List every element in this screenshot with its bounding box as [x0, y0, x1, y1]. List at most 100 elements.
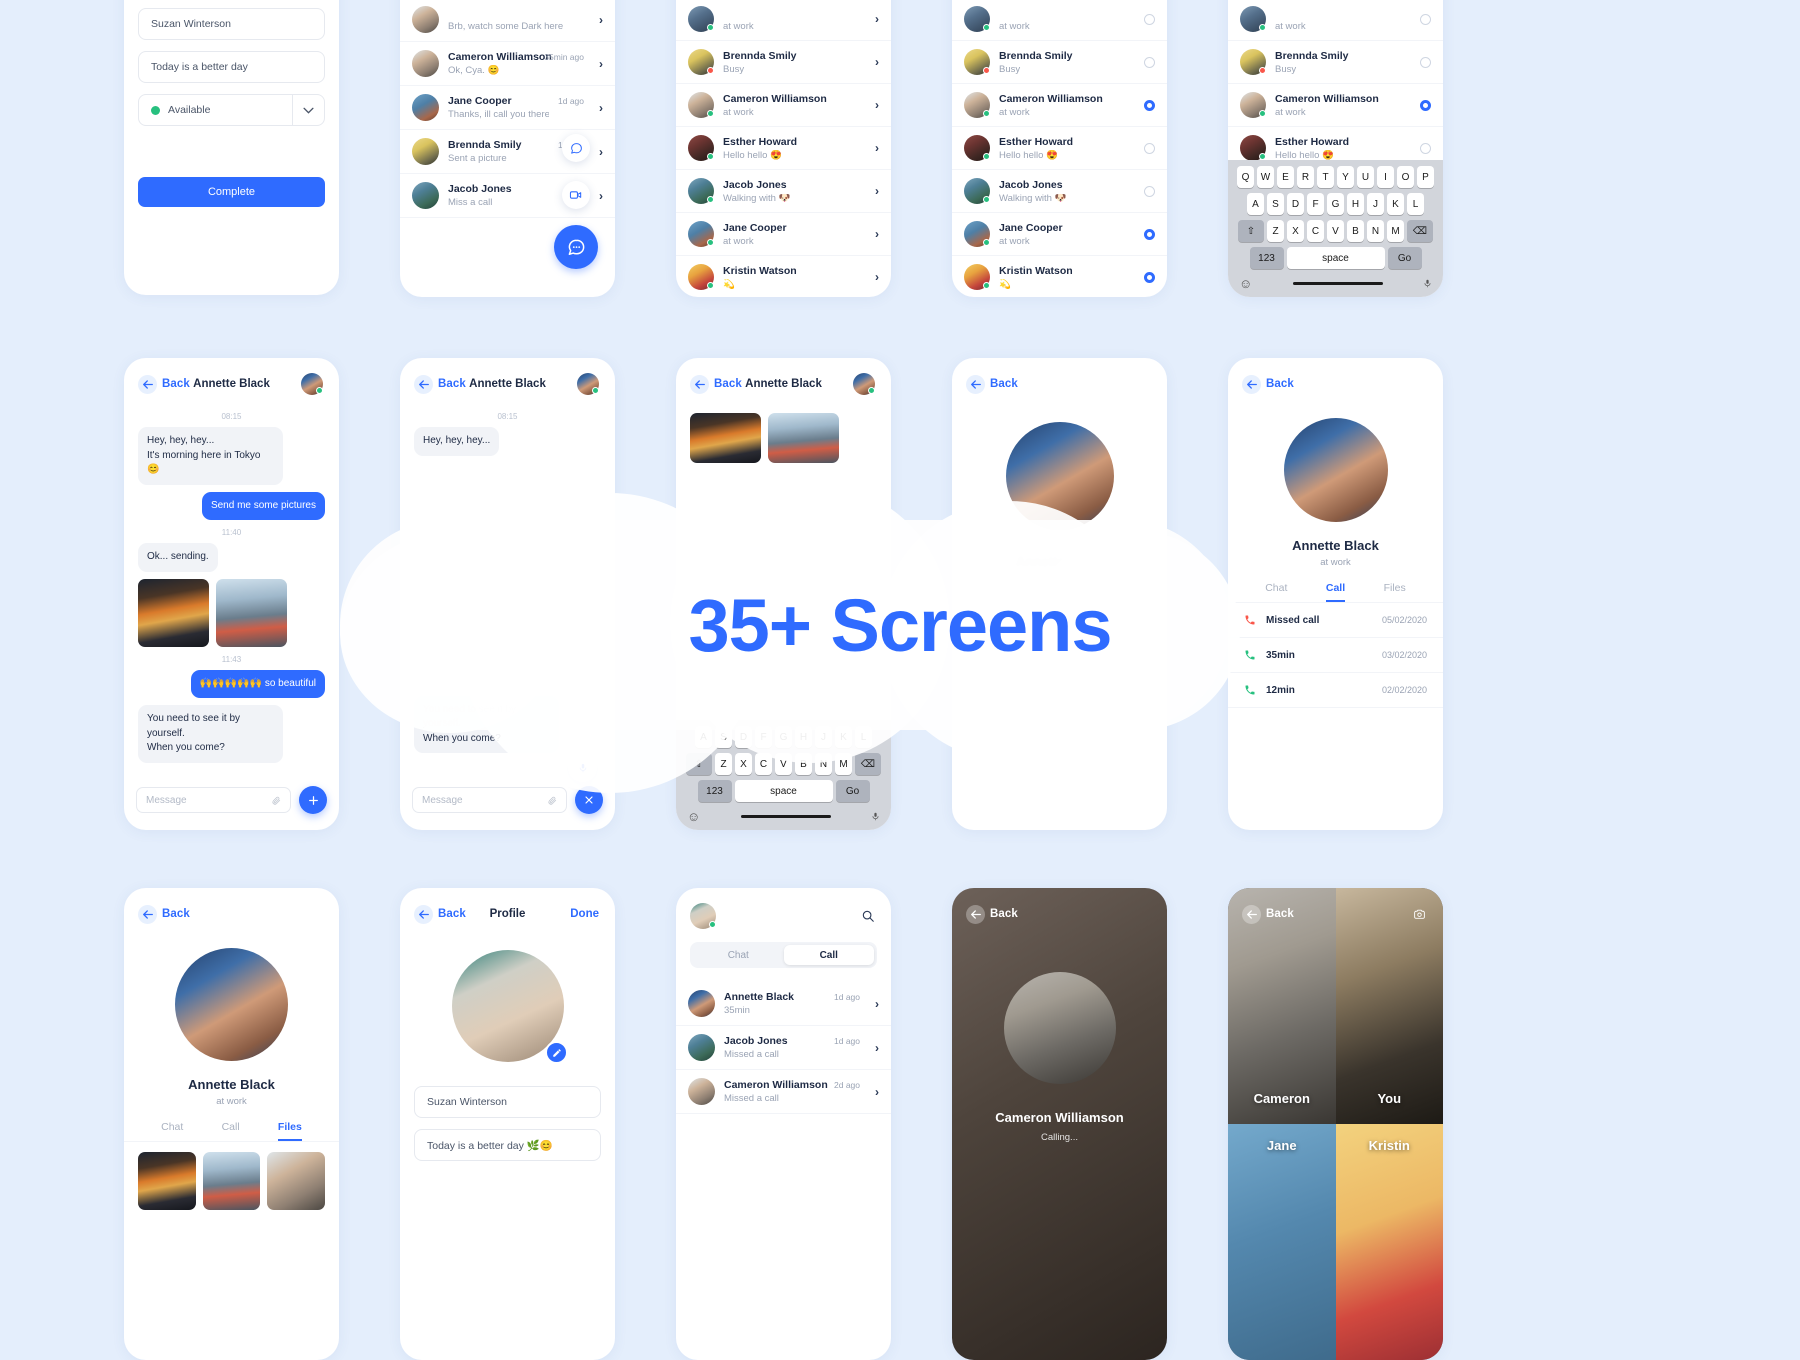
key-k[interactable]: K	[1387, 193, 1404, 215]
list-item[interactable]: Cameron Williamson at work	[1228, 84, 1443, 127]
status-field[interactable]: Today is a better day 🌿😊	[414, 1129, 601, 1161]
message-input[interactable]: Message	[412, 787, 567, 813]
microphone-icon[interactable]	[1423, 277, 1432, 290]
shift-key[interactable]: ⇧	[1238, 220, 1264, 242]
emoji-icon[interactable]: ☺	[687, 809, 700, 824]
key-a[interactable]: A	[1247, 193, 1264, 215]
voice-record-button[interactable]	[568, 753, 597, 782]
list-item[interactable]: Jacob Jones Missed a call 1d ago ›	[676, 1026, 891, 1070]
chevron-right-icon[interactable]: ›	[599, 146, 603, 158]
tab-chat[interactable]: Chat	[161, 1121, 183, 1141]
select-radio[interactable]	[1144, 142, 1155, 154]
fab-new-message-button[interactable]	[554, 225, 598, 269]
name-field[interactable]: Suzan Winterson	[138, 8, 325, 40]
key-w[interactable]: W	[1257, 166, 1274, 188]
chevron-right-icon[interactable]: ›	[599, 190, 603, 202]
select-radio[interactable]	[1144, 185, 1155, 197]
list-item[interactable]: Esther Howard Hello hello 😍 ›	[676, 127, 891, 170]
back-button[interactable]: Back	[690, 374, 742, 394]
back-button[interactable]: Back	[1242, 374, 1294, 394]
list-item[interactable]: - at work	[1228, 0, 1443, 41]
onscreen-keyboard[interactable]: A S D F G H J K L ⇧ Z X C V B N M ⌫ 123 …	[676, 720, 891, 830]
name-field[interactable]: Suzan Winterson	[414, 1086, 601, 1118]
key-m[interactable]: M	[1387, 220, 1404, 242]
avatar[interactable]	[690, 903, 716, 929]
microphone-icon[interactable]	[871, 810, 880, 823]
chevron-right-icon[interactable]: ›	[599, 14, 603, 26]
key-v[interactable]: V	[775, 753, 792, 775]
onscreen-keyboard[interactable]: Q W E R T Y U I O P A S D F G H J K L ⇧ …	[1228, 160, 1443, 297]
key-u[interactable]: U	[1357, 166, 1374, 188]
image-attachment[interactable]	[690, 413, 761, 463]
key-i[interactable]: I	[1377, 166, 1394, 188]
avatar[interactable]	[853, 373, 875, 395]
key-b[interactable]: B	[795, 753, 812, 775]
key-f[interactable]: F	[1307, 193, 1324, 215]
numbers-key[interactable]: 123	[697, 780, 732, 802]
backspace-key[interactable]: ⌫	[1407, 220, 1433, 242]
select-radio[interactable]	[1420, 142, 1431, 154]
done-button[interactable]: Done	[570, 908, 599, 920]
close-attachment-button[interactable]	[575, 786, 603, 814]
select-radio[interactable]	[1420, 56, 1431, 68]
emoji-attach-icon[interactable]	[271, 795, 281, 806]
complete-button[interactable]: Complete	[138, 177, 325, 207]
key-j[interactable]: J	[1367, 193, 1384, 215]
list-item[interactable]: Jane Cooper Thanks, ill call you there. …	[400, 86, 615, 130]
segment-chat[interactable]: Chat	[693, 945, 784, 965]
key-d[interactable]: D	[1287, 193, 1304, 215]
list-item[interactable]: Cameron Williamson Missed a call 2d ago …	[676, 1070, 891, 1114]
key-g[interactable]: G	[1327, 193, 1344, 215]
select-radio[interactable]	[1144, 271, 1155, 283]
emoji-attach-icon[interactable]	[547, 795, 557, 806]
shift-key[interactable]: ⇧	[686, 753, 712, 775]
key-x[interactable]: X	[1287, 220, 1304, 242]
key-x[interactable]: X	[735, 753, 752, 775]
file-thumbnail[interactable]	[202, 1152, 261, 1210]
availability-select[interactable]: Available	[138, 94, 325, 126]
chevron-right-icon[interactable]: ›	[875, 228, 879, 240]
status-field[interactable]: Today is a better day	[138, 51, 325, 83]
chevron-right-icon[interactable]: ›	[875, 271, 879, 283]
list-item[interactable]: Brennda Smily Busy	[1228, 41, 1443, 84]
tab-call[interactable]: Call	[222, 1121, 240, 1141]
fab-video-button[interactable]	[562, 181, 590, 209]
list-item[interactable]: Cameron Williamson at work ›	[676, 84, 891, 127]
back-button[interactable]: Back	[138, 904, 190, 924]
list-item[interactable]: Annette Black 35min 1d ago ›	[676, 982, 891, 1026]
segment-call[interactable]: Call	[783, 945, 874, 965]
select-radio[interactable]	[1144, 56, 1155, 68]
chevron-right-icon[interactable]: ›	[875, 56, 879, 68]
chevron-right-icon[interactable]: ›	[599, 102, 603, 114]
list-item[interactable]: Jacob Jones Walking with 🐶	[952, 170, 1167, 213]
space-key[interactable]: space	[1286, 247, 1385, 269]
list-item[interactable]: Jane Cooper at work	[952, 213, 1167, 256]
avatar[interactable]	[577, 373, 599, 395]
search-icon[interactable]	[861, 909, 875, 923]
list-item[interactable]: Kristin Watson 💫 ›	[676, 256, 891, 297]
key-q[interactable]: Q	[1237, 166, 1254, 188]
select-radio[interactable]	[1144, 99, 1155, 111]
select-radio[interactable]	[1420, 13, 1431, 25]
space-key[interactable]: space	[734, 780, 833, 802]
key-c[interactable]: C	[1307, 220, 1324, 242]
file-thumbnail[interactable]	[267, 1152, 326, 1210]
backspace-key[interactable]: ⌫	[855, 753, 881, 775]
back-button[interactable]: Back	[966, 904, 1018, 924]
chevron-right-icon[interactable]: ›	[875, 185, 879, 197]
chevron-right-icon[interactable]: ›	[875, 1086, 879, 1098]
chevron-right-icon[interactable]: ›	[875, 1042, 879, 1054]
avatar[interactable]	[301, 373, 323, 395]
camera-flip-icon[interactable]	[1412, 908, 1427, 921]
key-m[interactable]: M	[835, 753, 852, 775]
list-item[interactable]: Jane Cooper at work ›	[676, 213, 891, 256]
chevron-right-icon[interactable]: ›	[875, 998, 879, 1010]
list-item[interactable]: Kristin Watson 💫	[952, 256, 1167, 297]
back-button[interactable]: Back	[1242, 904, 1294, 924]
back-button[interactable]: Back	[414, 374, 466, 394]
emoji-icon[interactable]: ☺	[1239, 276, 1252, 291]
chevron-down-icon[interactable]	[292, 95, 324, 125]
select-radio[interactable]	[1144, 13, 1155, 25]
chevron-right-icon[interactable]: ›	[875, 99, 879, 111]
key-n[interactable]: N	[1367, 220, 1384, 242]
